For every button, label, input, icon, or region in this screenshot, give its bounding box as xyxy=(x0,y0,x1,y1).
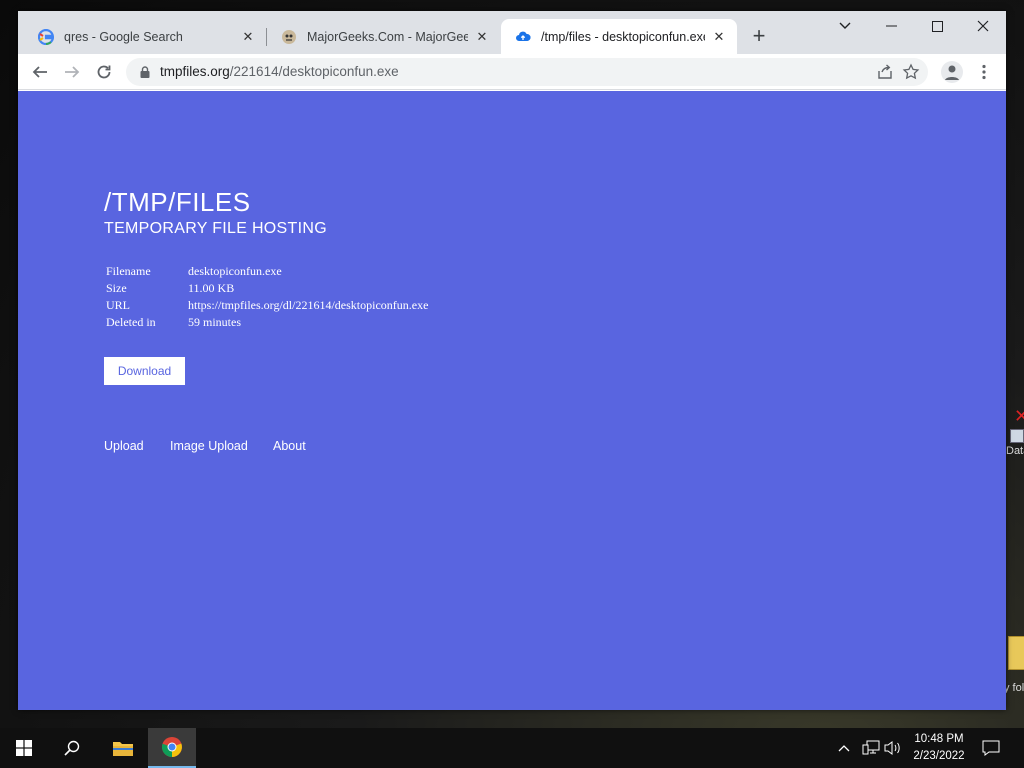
profile-button[interactable] xyxy=(938,58,966,86)
notifications-button[interactable] xyxy=(982,728,1002,768)
search-icon xyxy=(64,740,80,756)
file-info-table: Filename desktopiconfun.exe Size 11.00 K… xyxy=(104,264,430,332)
info-label: URL xyxy=(106,298,130,312)
desktop-icon-folder[interactable]: y fol xyxy=(1004,632,1024,696)
table-row: Deleted in 59 minutes xyxy=(104,315,430,332)
info-value: 11.00 KB xyxy=(188,281,235,295)
lock-icon xyxy=(140,66,150,78)
tab-majorgeeks[interactable]: MajorGeeks.Com - MajorGeeks ✕ xyxy=(267,19,500,54)
tab-google-search[interactable]: qres - Google Search ✕ xyxy=(24,19,266,54)
info-value: https://tmpfiles.org/dl/221614/desktopic… xyxy=(188,298,429,312)
menu-button[interactable] xyxy=(970,58,998,86)
table-row: URL https://tmpfiles.org/dl/221614/deskt… xyxy=(104,298,430,315)
star-icon xyxy=(902,63,920,80)
file-icon xyxy=(1010,429,1024,443)
avatar-icon xyxy=(941,61,963,83)
start-button[interactable] xyxy=(0,728,48,768)
tab-strip: qres - Google Search ✕ MajorGeeks.Com - … xyxy=(18,11,1006,54)
tab-title: /tmp/files - desktopiconfun.exe xyxy=(541,29,705,44)
browser-toolbar: tmpfiles.org/221614/desktopiconfun.exe xyxy=(18,54,1006,90)
close-icon[interactable]: ✕ xyxy=(474,29,490,45)
page-title: /TMP/FILES xyxy=(104,187,251,217)
volume-button[interactable] xyxy=(884,728,906,768)
search-button[interactable] xyxy=(48,728,96,768)
cloud-upload-icon xyxy=(515,29,531,45)
new-tab-button[interactable]: + xyxy=(747,25,771,49)
majorgeeks-icon xyxy=(281,29,297,45)
clock-time: 10:48 PM xyxy=(914,733,964,745)
back-button[interactable] xyxy=(26,58,54,86)
close-icon xyxy=(977,20,989,32)
network-button[interactable] xyxy=(862,728,882,768)
chrome-icon xyxy=(161,737,182,758)
nav-link-image-upload[interactable]: Image Upload xyxy=(170,439,248,453)
info-label: Deleted in xyxy=(106,315,156,329)
chevron-down-icon xyxy=(839,22,851,29)
system-clock[interactable]: 10:48 PM 2/23/2022 xyxy=(908,731,970,765)
share-icon xyxy=(878,64,892,79)
info-value: desktopiconfun.exe xyxy=(188,264,282,278)
folder-icon xyxy=(113,742,133,756)
page-content: /TMP/FILES TEMPORARY FILE HOSTING Filena… xyxy=(18,91,1006,710)
maximize-icon xyxy=(931,20,943,32)
desktop-icon-label: y fol xyxy=(1004,682,1024,694)
arrow-right-icon xyxy=(65,66,80,78)
error-x-icon: ✕ xyxy=(1014,406,1024,426)
chrome-taskbar-button[interactable] xyxy=(148,728,196,768)
url-text: tmpfiles.org/221614/desktopiconfun.exe xyxy=(160,64,399,79)
close-window-button[interactable] xyxy=(960,11,1006,41)
page-subtitle: TEMPORARY FILE HOSTING xyxy=(104,220,327,237)
tab-title: qres - Google Search xyxy=(64,29,183,44)
url-host: tmpfiles.org xyxy=(160,64,230,79)
desktop-icon-label: Data xyxy=(1006,445,1024,457)
notification-icon xyxy=(982,740,1000,756)
google-icon xyxy=(38,28,54,45)
tab-search-button[interactable] xyxy=(822,11,868,41)
info-value: 59 minutes xyxy=(188,315,241,329)
download-button[interactable]: Download xyxy=(104,357,185,385)
reload-button[interactable] xyxy=(90,58,118,86)
maximize-button[interactable] xyxy=(914,11,960,41)
desktop-icon-data[interactable]: ✕ Data xyxy=(1004,405,1024,457)
close-icon[interactable]: ✕ xyxy=(711,29,727,45)
arrow-left-icon xyxy=(32,66,47,78)
close-icon[interactable]: ✕ xyxy=(240,29,256,45)
address-bar[interactable]: tmpfiles.org/221614/desktopiconfun.exe xyxy=(126,58,928,86)
network-icon xyxy=(862,740,880,755)
info-label: Filename xyxy=(106,264,151,278)
url-path: /221614/desktopiconfun.exe xyxy=(229,64,399,79)
forward-button[interactable] xyxy=(58,58,86,86)
clock-date: 2/23/2022 xyxy=(913,750,965,762)
browser-window: qres - Google Search ✕ MajorGeeks.Com - … xyxy=(18,11,1006,710)
more-vert-icon xyxy=(982,64,986,80)
minimize-button[interactable] xyxy=(868,11,914,41)
tab-tmpfiles[interactable]: /tmp/files - desktopiconfun.exe ✕ xyxy=(501,19,737,54)
nav-link-upload[interactable]: Upload xyxy=(104,439,144,453)
nav-link-about[interactable]: About xyxy=(273,439,306,453)
minimize-icon xyxy=(885,25,897,27)
taskbar: 10:48 PM 2/23/2022 xyxy=(0,728,1024,768)
folder-icon xyxy=(1008,636,1024,670)
table-row: Size 11.00 KB xyxy=(104,281,430,298)
tab-title: MajorGeeks.Com - MajorGeeks xyxy=(307,29,468,44)
tray-overflow-button[interactable] xyxy=(838,728,856,768)
file-explorer-button[interactable] xyxy=(100,728,146,768)
chevron-up-icon xyxy=(838,745,850,752)
speaker-icon xyxy=(884,741,900,755)
windows-icon xyxy=(16,740,32,756)
reload-icon xyxy=(97,65,111,79)
info-label: Size xyxy=(106,281,127,295)
table-row: Filename desktopiconfun.exe xyxy=(104,264,430,281)
